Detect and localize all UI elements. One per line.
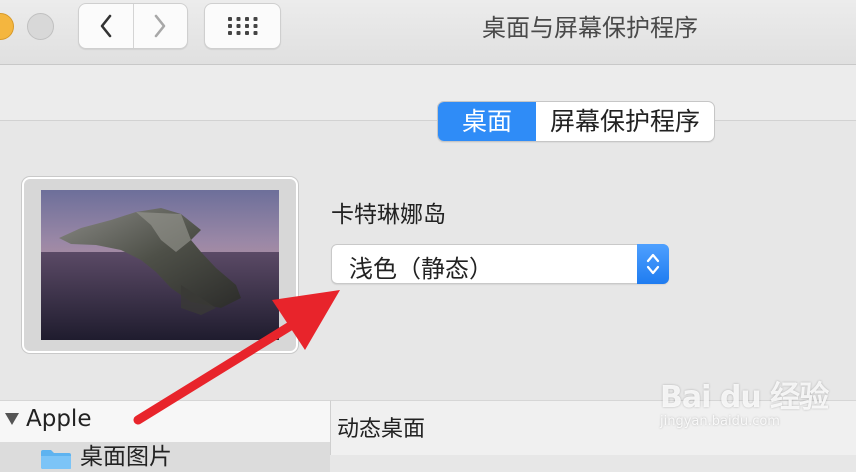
catalina-wallpaper-thumbnail: [41, 190, 279, 340]
folder-icon: [41, 450, 71, 469]
appearance-popup[interactable]: 浅色（静态）: [331, 244, 669, 284]
popup-stepper[interactable]: [637, 244, 669, 284]
desktop-preview: [22, 177, 298, 353]
appearance-popup-value: 浅色（静态）: [349, 255, 493, 283]
window-title: 桌面与屏幕保护程序: [482, 14, 698, 42]
grid-icon: [227, 17, 257, 35]
tab-desktop[interactable]: 桌面: [438, 102, 537, 141]
forward-button[interactable]: [132, 4, 188, 48]
source-item-label: 桌面图片: [80, 444, 172, 470]
zoom-button[interactable]: [27, 13, 54, 40]
title-bar: 桌面与屏幕保护程序: [0, 0, 856, 65]
tab-screen-saver[interactable]: 屏幕保护程序: [536, 102, 714, 141]
tab-bar: 桌面 屏幕保护程序: [437, 101, 716, 142]
up-down-chevron-icon: [646, 253, 660, 275]
show-all-button[interactable]: [204, 3, 281, 49]
minimize-button[interactable]: [0, 13, 14, 40]
chevron-left-icon: [100, 14, 112, 38]
toolbar-area: [0, 65, 856, 121]
watermark-main: Bai du 经验: [660, 380, 829, 415]
source-list: Apple 桌面图片: [0, 400, 331, 472]
navigation-buttons: [78, 3, 188, 49]
source-group-apple[interactable]: Apple: [4, 406, 91, 432]
back-button[interactable]: [79, 4, 133, 48]
picture-name: 卡特琳娜岛: [331, 202, 446, 228]
content-section-header: 动态桌面: [337, 417, 426, 442]
source-item-desktop-pictures[interactable]: 桌面图片: [0, 442, 330, 472]
baidu-watermark: Bai du 经验 jingyan.baidu.com: [660, 370, 850, 440]
chevron-right-icon: [154, 14, 166, 38]
watermark-sub: jingyan.baidu.com: [660, 414, 780, 429]
source-group-label: Apple: [26, 406, 92, 432]
disclosure-triangle-icon[interactable]: [4, 412, 20, 426]
